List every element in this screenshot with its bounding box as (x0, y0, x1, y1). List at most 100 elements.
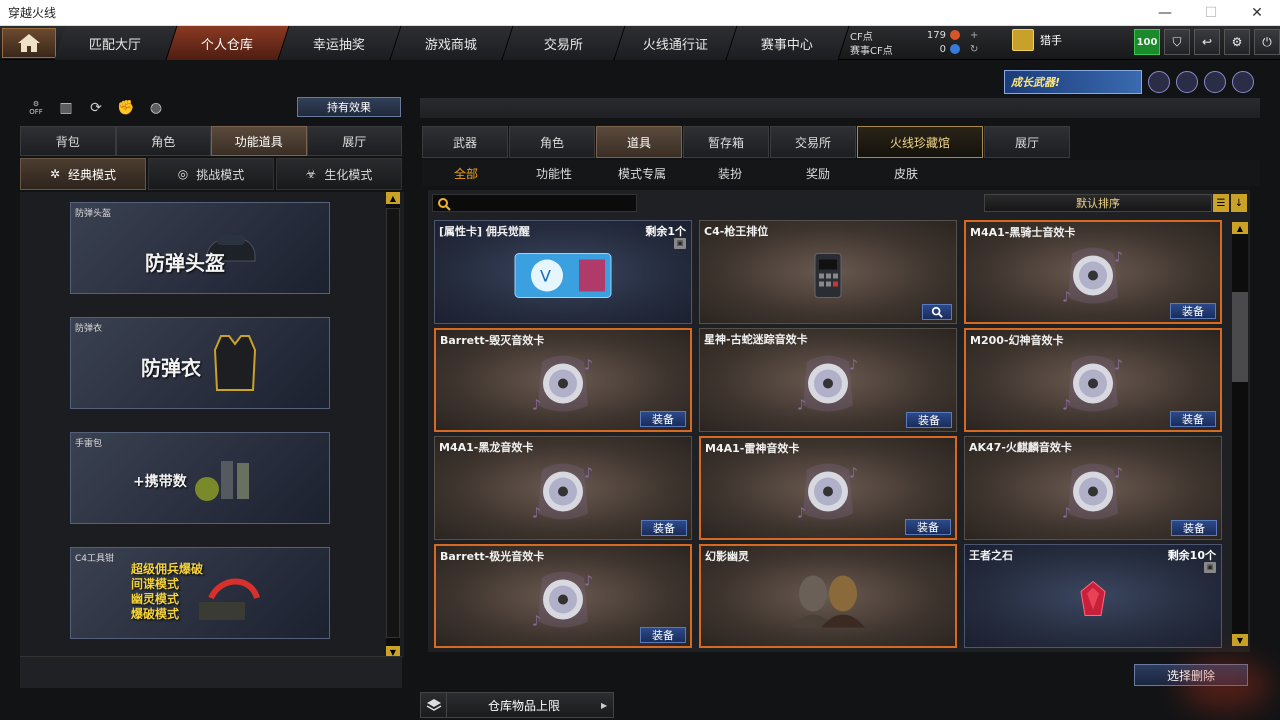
warehouse-limit-bar[interactable]: 仓库物品上限 ▶ (420, 692, 614, 718)
tab-showroom-right[interactable]: 展厅 (984, 126, 1070, 158)
minimize-button[interactable]: — (1142, 0, 1188, 26)
filter-skin[interactable]: 皮肤 (862, 160, 950, 186)
music-disc-icon: ♪ ♪ (1058, 352, 1128, 419)
item-card[interactable]: Barrett-极光音效卡 ♪ ♪ 装备 (434, 544, 692, 648)
equip-button[interactable]: 装备 (905, 519, 951, 535)
refresh-icon[interactable]: ↻ (970, 44, 978, 55)
nav-tab-warehouse[interactable]: 个人仓库 (166, 26, 290, 60)
wing-icon[interactable] (1204, 71, 1226, 93)
user-name: 猎手 (1040, 34, 1062, 47)
tab-challenge-mode[interactable]: ◎ 挑战模式 (148, 158, 274, 190)
nav-tab-exchange[interactable]: 交易所 (502, 26, 626, 60)
equip-button[interactable]: 装备 (641, 520, 687, 536)
slot-list-scrollbar[interactable]: ▲ ▼ (386, 192, 400, 658)
tab-items[interactable]: 道具 (596, 126, 682, 158)
tab-weapons[interactable]: 武器 (422, 126, 508, 158)
item-card[interactable]: 星神-古蛇迷踪音效卡 ♪ ♪ 装备 (699, 328, 957, 432)
slot-text: 防弹头盔 (145, 251, 225, 275)
equip-button[interactable]: 装备 (1171, 520, 1217, 536)
slot-grenade-pack[interactable]: 手雷包 +携带数 (70, 432, 330, 524)
tab-character[interactable]: 角色 (115, 126, 211, 156)
sort-arrow-icon[interactable]: ↓ (1231, 194, 1247, 212)
add-cf-icon[interactable]: + (970, 30, 978, 41)
toggle-off-icon[interactable]: ⚙ OFF (26, 98, 46, 118)
gear-icon[interactable]: ⚙ (1224, 29, 1250, 55)
nav-tab-lottery[interactable]: 幸运抽奖 (278, 26, 402, 60)
cycle-icon[interactable]: ⟳ (86, 98, 106, 118)
equip-button[interactable]: 装备 (640, 411, 686, 427)
tab-storage-box[interactable]: 暂存箱 (683, 126, 769, 158)
mode-line: 爆破模式 (131, 607, 180, 621)
slot-text: +携带数 (133, 474, 187, 490)
promo-banner[interactable]: 成长武器! (1004, 70, 1142, 94)
fist-icon[interactable]: ✊ (116, 98, 136, 118)
scroll-thumb[interactable] (386, 208, 400, 638)
slot-c4-tool[interactable]: C4工具钳 超级佣兵爆破 间谍模式 幽灵模式 爆破模式 (70, 547, 330, 639)
item-card[interactable]: AK47-火麒麟音效卡 ♪ ♪ 装备 (964, 436, 1222, 540)
equip-button[interactable]: 装备 (906, 412, 952, 428)
filter-outfit[interactable]: 装扮 (686, 160, 774, 186)
item-card[interactable]: M200-幻神音效卡 ♪ ♪ 装备 (964, 328, 1222, 432)
equip-button[interactable]: 装备 (640, 627, 686, 643)
maximize-button[interactable]: ☐ (1188, 0, 1234, 26)
tab-classic-mode[interactable]: ✲ 经典模式 (20, 158, 146, 190)
item-card[interactable]: Barrett-毁灭音效卡 ♪ ♪ 装备 (434, 328, 692, 432)
right-top-strip (420, 98, 1260, 118)
filter-functional[interactable]: 功能性 (510, 160, 598, 186)
tab-exchange[interactable]: 交易所 (770, 126, 856, 158)
warehouse-limit-label: 仓库物品上限 (487, 698, 560, 713)
slot-helmet[interactable]: 防弹头盔 防弹头盔 (70, 202, 330, 294)
home-icon (18, 34, 40, 52)
level-badge[interactable]: 100 (1134, 29, 1160, 55)
sort-dropdown[interactable]: 默认排序 (984, 194, 1212, 212)
globe-icon[interactable] (1176, 71, 1198, 93)
close-button[interactable]: ✕ (1234, 0, 1280, 26)
bag-icon[interactable]: ◍ (146, 98, 166, 118)
tab-backpack[interactable]: 背包 (20, 126, 116, 156)
item-card[interactable]: 王者之石 剩余10个 ▣ (964, 544, 1222, 648)
scroll-down-icon[interactable]: ▼ (1232, 634, 1248, 646)
user-info[interactable]: 猎手 (1012, 29, 1062, 51)
nav-tab-shop[interactable]: 游戏商城 (390, 26, 514, 60)
inspect-button[interactable] (922, 304, 952, 320)
window-controls: — ☐ ✕ (1142, 0, 1280, 26)
item-card[interactable]: M4A1-黑骑士音效卡 ♪ ♪ 装备 (964, 220, 1222, 324)
item-card[interactable]: M4A1-雷神音效卡 ♪ ♪ 装备 (699, 436, 957, 540)
home-button[interactable] (2, 28, 56, 58)
search-input[interactable] (432, 194, 637, 212)
badge-icon[interactable] (1148, 71, 1170, 93)
tab-collection-hall[interactable]: 火线珍藏馆 (857, 126, 983, 158)
filter-all[interactable]: 全部 (422, 160, 510, 186)
hold-effect-button[interactable]: 持有效果 (297, 97, 401, 117)
stats-icon[interactable]: ▥ (56, 98, 76, 118)
item-card[interactable]: [属性卡] 佣兵觉醒 剩余1个 ▣ V (434, 220, 692, 324)
item-card[interactable]: 幻影幽灵 (699, 544, 957, 648)
list-icon[interactable]: ☰ (1213, 194, 1229, 212)
nav-tab-events[interactable]: 赛事中心 (726, 26, 850, 60)
w-logo-icon[interactable] (1232, 71, 1254, 93)
tab-showroom[interactable]: 展厅 (306, 126, 402, 156)
nav-tab-match-hall[interactable]: 匹配大厅 (54, 26, 178, 60)
item-card[interactable]: M4A1-黑龙音效卡 ♪ ♪ 装备 (434, 436, 692, 540)
shield-icon[interactable]: ⛉ (1164, 29, 1190, 55)
window-title: 穿越火线 (8, 6, 57, 20)
category-tabs: 背包 角色 功能道具 展厅 (20, 126, 402, 156)
filter-mode-exclusive[interactable]: 模式专属 (598, 160, 686, 186)
svg-text:♪: ♪ (1062, 506, 1071, 522)
slot-body-armor[interactable]: 防弹衣 防弹衣 (70, 317, 330, 409)
back-icon[interactable]: ↩ (1194, 29, 1220, 55)
equip-button[interactable]: 装备 (1170, 303, 1216, 319)
scroll-up-icon[interactable]: ▲ (1232, 222, 1248, 234)
scroll-thumb[interactable] (1232, 292, 1248, 382)
tab-functional-items[interactable]: 功能道具 (211, 126, 307, 156)
gem-icon (1079, 580, 1107, 623)
item-card[interactable]: C4-枪王排位 (699, 220, 957, 324)
scroll-up-icon[interactable]: ▲ (386, 192, 400, 204)
filter-reward[interactable]: 奖励 (774, 160, 862, 186)
equip-button[interactable]: 装备 (1170, 411, 1216, 427)
tab-characters[interactable]: 角色 (509, 126, 595, 158)
nav-tab-pass[interactable]: 火线通行证 (614, 26, 738, 60)
power-icon[interactable]: ⏻ (1254, 29, 1280, 55)
item-grid-scrollbar[interactable]: ▲ ▼ (1232, 222, 1248, 646)
tab-zombie-mode[interactable]: ☣ 生化模式 (276, 158, 402, 190)
